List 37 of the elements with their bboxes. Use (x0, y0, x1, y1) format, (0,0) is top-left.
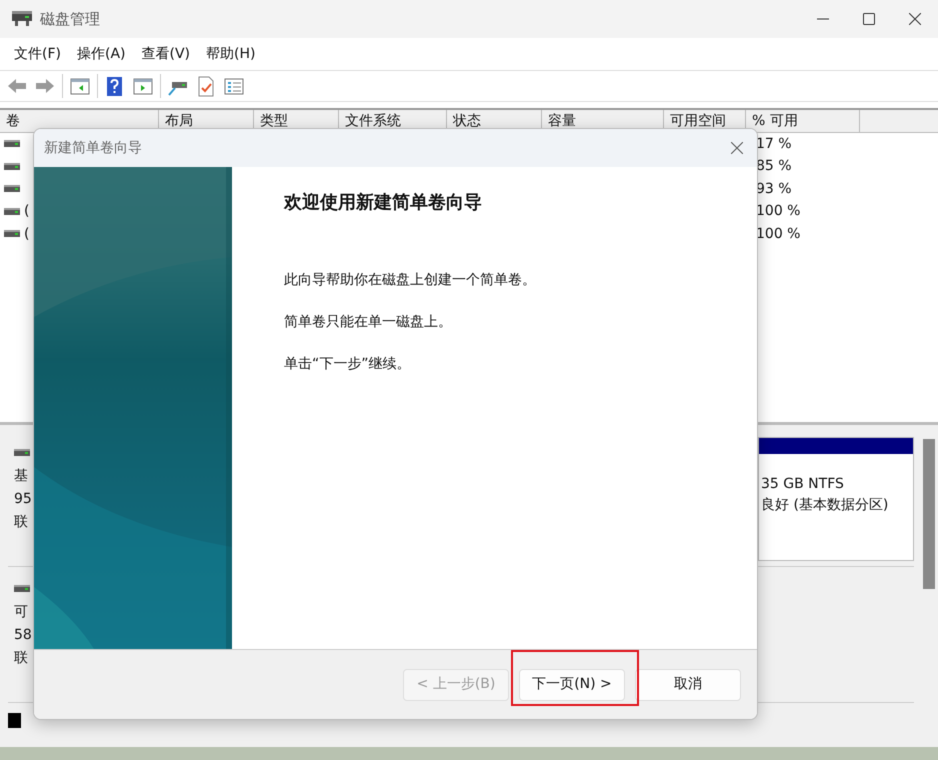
wizard-button[interactable]: 下一页(N) > (519, 668, 625, 700)
disk-management-icon (12, 11, 32, 27)
disk-label: 95 (14, 490, 33, 509)
disk-label: 联 (14, 649, 29, 668)
disk-label: 58 (14, 626, 33, 645)
wizard-text: 单击“下一步”继续。 (284, 355, 412, 374)
drive-icon (14, 585, 30, 594)
drive-icon (14, 449, 30, 458)
menu-item[interactable]: 帮助(H) (200, 42, 262, 66)
menu-item[interactable]: 查看(V) (136, 42, 196, 66)
wizard-heading: 欢迎使用新建简单卷向导 (284, 191, 483, 215)
drive-icon (4, 162, 20, 171)
table-cell-text: 100 % (756, 224, 800, 244)
drive-icon (4, 208, 20, 216)
disk-label: 联 (14, 513, 29, 532)
scrollbar-thumb[interactable] (923, 439, 935, 589)
disk-label: 基 (14, 467, 29, 486)
partition-label: 良好 (基本数据分区) (761, 496, 890, 515)
table-cell-text: ( (24, 224, 30, 244)
disk-label: 可 (14, 603, 29, 622)
table-cell-text: 100 % (756, 202, 800, 222)
drive-icon (4, 230, 20, 238)
wizard-text: 此向导帮助你在磁盘上创建一个简单卷。 (284, 271, 536, 290)
menu-item[interactable]: 操作(A) (70, 42, 132, 66)
legend-swatch (8, 713, 21, 728)
menu-item[interactable]: 文件(F) (8, 42, 67, 66)
window-title: 磁盘管理 (40, 8, 100, 30)
drive-icon (4, 140, 20, 148)
partition-block[interactable]: 35 GB NTFS 良好 (基本数据分区) (758, 437, 914, 561)
table-cell-text: ( (24, 202, 30, 222)
drive-icon (4, 185, 20, 194)
table-cell-text: 17 % (756, 134, 792, 154)
partition-label: 35 GB NTFS (761, 475, 845, 494)
wizard-text: 简单卷只能在单一磁盘上。 (284, 313, 453, 332)
close-icon[interactable] (731, 142, 743, 154)
wizard-button[interactable]: 取消 (635, 668, 741, 700)
dialog-title: 新建简单卷向导 (44, 138, 142, 158)
